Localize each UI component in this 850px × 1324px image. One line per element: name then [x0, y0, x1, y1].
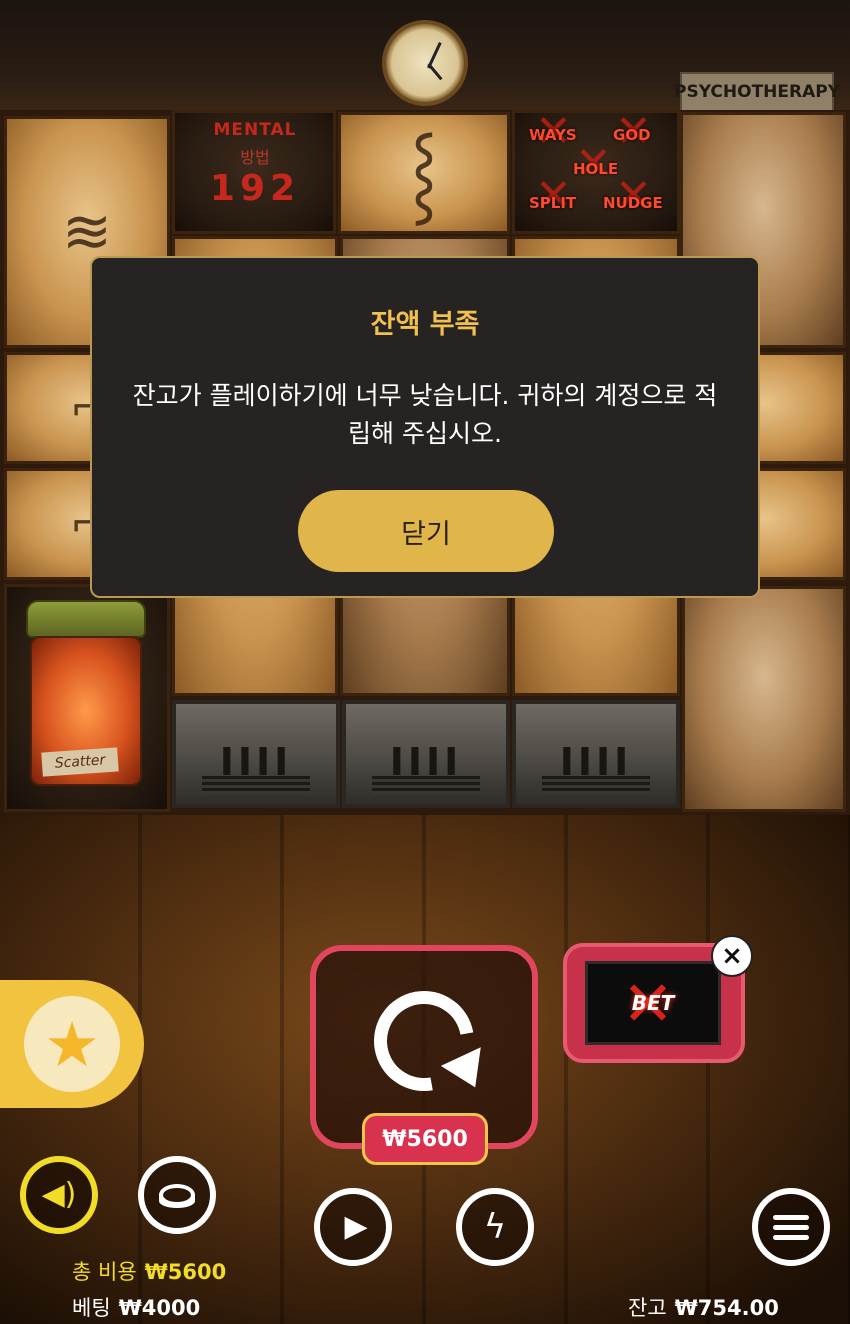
- feature-nudge: NUDGE: [603, 194, 663, 212]
- bet-value: ₩4000: [118, 1296, 201, 1320]
- autoplay-button[interactable]: ▶: [314, 1188, 392, 1266]
- bet-settings-button[interactable]: [138, 1156, 216, 1234]
- bet-amount: 베팅 ₩4000: [72, 1292, 200, 1322]
- turbo-button[interactable]: ϟ: [456, 1188, 534, 1266]
- feature-tags: ✕ ✕ ✕ ✕ ✕ WAYS GOD HOLE SPLIT NUDGE: [515, 106, 675, 228]
- locked-crate: IIII: [342, 700, 510, 808]
- bet-x-label: BET: [631, 991, 675, 1015]
- insufficient-funds-dialog: 잔액 부족 잔고가 플레이하기에 너무 낮습니다. 귀하의 계정으로 적립해 주…: [90, 256, 760, 598]
- dialog-title: 잔액 부족: [370, 309, 480, 340]
- bet-x-close-button[interactable]: ×: [711, 935, 753, 977]
- reel-symbol-spine: ⸾: [338, 112, 510, 234]
- lightning-icon: ϟ: [483, 1207, 507, 1247]
- spin-bet-amount: ₩5600: [362, 1113, 488, 1165]
- feature-god: GOD: [613, 126, 651, 144]
- play-icon: ▶: [344, 1209, 368, 1244]
- psychotherapy-sign: PSYCHOTHERAPY: [674, 72, 840, 112]
- sound-button[interactable]: ◀): [20, 1156, 98, 1234]
- reel-symbol-portrait-bandaged: [682, 586, 846, 812]
- feature-buy-button[interactable]: ★: [0, 980, 144, 1108]
- dialog-close-button[interactable]: 닫기: [298, 490, 554, 572]
- menu-button[interactable]: [752, 1188, 830, 1266]
- ways-count: 192: [209, 168, 301, 209]
- balance-label: 잔고: [628, 1296, 667, 1320]
- balance: 잔고 ₩754.00: [628, 1292, 779, 1322]
- locked-crate: IIII: [172, 700, 340, 808]
- feature-ways: WAYS: [529, 126, 577, 144]
- total-cost-label: 총 비용: [72, 1260, 137, 1284]
- hamburger-icon: [773, 1210, 809, 1245]
- wall-clock: [382, 20, 468, 106]
- coin-stack-icon: [159, 1184, 195, 1208]
- bet-x-image: ✕ BET: [585, 961, 721, 1045]
- scatter-brain-jar: Scatter: [22, 600, 150, 800]
- bet-label: 베팅: [72, 1296, 111, 1320]
- spine-icon: ⸾: [409, 126, 439, 219]
- mental-title: MENTAL: [213, 120, 297, 140]
- dialog-message: 잔고가 플레이하기에 너무 낮습니다. 귀하의 계정으로 적립해 주십시오.: [132, 381, 718, 448]
- ribcage-icon: ≋: [61, 197, 113, 267]
- star-icon: ★: [24, 996, 120, 1092]
- ways-counter: MENTAL 방법 192: [180, 110, 330, 230]
- spin-arrow-icon: [354, 971, 494, 1111]
- total-cost: 총 비용 ₩5600: [72, 1256, 226, 1286]
- scene-background-top: PSYCHOTHERAPY: [0, 0, 850, 112]
- ways-label: 방법: [240, 148, 270, 167]
- feature-split: SPLIT: [529, 194, 577, 212]
- balance-value: ₩754.00: [674, 1296, 779, 1320]
- total-cost-value: ₩5600: [144, 1260, 227, 1284]
- feature-hole: HOLE: [573, 160, 619, 178]
- speaker-icon: ◀): [41, 1177, 77, 1212]
- locked-crate: IIII: [512, 700, 680, 808]
